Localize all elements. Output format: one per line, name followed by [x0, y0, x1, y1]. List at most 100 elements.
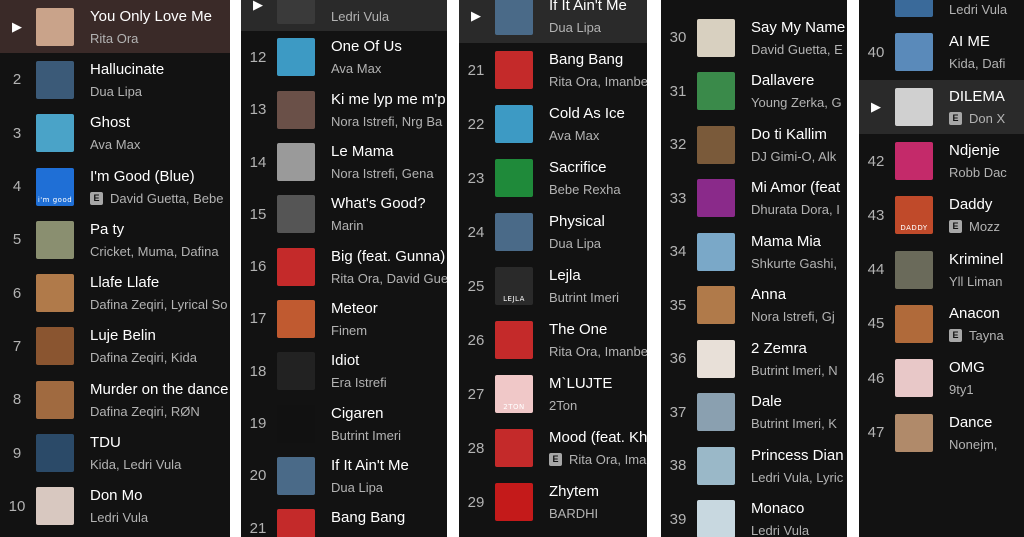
track-row[interactable]: 42 Ndjenje Robb Dac	[859, 134, 1024, 188]
artist-names[interactable]: Nonejm,	[949, 437, 997, 452]
track-title[interactable]: ROBOT	[331, 0, 447, 3]
track-artists[interactable]: Rita Ora, David Gue	[331, 271, 447, 286]
track-row[interactable]: 33 Mi Amor (feat Dhurata Dora, I	[661, 172, 847, 226]
artist-names[interactable]: Ava Max	[331, 61, 381, 76]
artist-names[interactable]: David Guetta, Bebe	[110, 191, 223, 206]
track-title[interactable]: DILEMA	[949, 88, 1024, 105]
track-artists[interactable]: Dafina Zeqiri, Lyrical So	[90, 297, 230, 312]
artist-names[interactable]: Ledri Vula	[751, 523, 809, 537]
artist-names[interactable]: Era Istrefi	[331, 375, 387, 390]
track-title[interactable]: Mama Mia	[751, 233, 847, 250]
artist-names[interactable]: Dafina Zeqiri, Lyrical So	[90, 297, 228, 312]
track-title[interactable]: Bang Bang	[549, 51, 647, 68]
track-title[interactable]: Le Mama	[331, 143, 447, 160]
track-row[interactable]: 3 Ghost Ava Max	[0, 107, 230, 160]
track-title[interactable]: If It Ain't Me	[549, 0, 647, 14]
track-row[interactable]: 18 Idiot Era Istrefi	[241, 345, 447, 397]
track-artists[interactable]: Dafina Zeqiri, Kida	[90, 350, 230, 365]
track-title[interactable]: OMG	[949, 359, 1024, 376]
artist-names[interactable]: Don X	[969, 111, 1005, 126]
track-row[interactable]: 26 The One Rita Ora, Imanbe	[459, 313, 647, 367]
artist-names[interactable]: Dafina Zeqiri, Kida	[90, 350, 197, 365]
artist-names[interactable]: Young Zerka, G	[751, 95, 842, 110]
track-artists[interactable]: Nonejm,	[949, 437, 1024, 452]
track-artists[interactable]: Nora Istrefi, Gj	[751, 309, 847, 324]
track-artists[interactable]: 2Ton	[549, 398, 647, 413]
artist-names[interactable]: Rita Ora, Ima	[569, 452, 646, 467]
play-icon[interactable]: ▶	[0, 0, 34, 53]
artist-names[interactable]: Butrint Imeri, K	[751, 416, 837, 431]
track-row[interactable]: 4 i'm good I'm Good (Blue) E David Guetta, B…	[0, 160, 230, 213]
track-artists[interactable]: Marin	[331, 218, 447, 233]
artist-names[interactable]: Rita Ora, David Gue	[331, 271, 447, 286]
artist-names[interactable]: Ledri Vula	[331, 9, 389, 24]
track-row[interactable]: Ledri Vula	[859, 0, 1024, 25]
track-row[interactable]: 29 Zhytem BARDHI	[459, 475, 647, 529]
track-title[interactable]: TDU	[90, 434, 230, 451]
track-row[interactable]: ▶ ROBOT Ledri Vula	[241, 0, 447, 32]
track-artists[interactable]: Butrint Imeri	[331, 428, 447, 443]
track-title[interactable]: Monaco	[751, 500, 847, 517]
track-row[interactable]: 19 Cigaren Butrint Imeri	[241, 397, 447, 449]
track-row[interactable]: 44 Kriminel Yll Liman	[859, 243, 1024, 297]
track-row[interactable]: 20 If It Ain't Me Dua Lipa	[241, 450, 447, 502]
track-artists[interactable]: David Guetta, E	[751, 42, 847, 57]
track-row[interactable]: 13 Ki me lyp me m'p Nora Istrefi, Nrg Ba	[241, 84, 447, 136]
track-row[interactable]: 9 TDU Kida, Ledri Vula	[0, 426, 230, 479]
track-artists[interactable]: Bebe Rexha	[549, 182, 647, 197]
track-artists[interactable]: Young Zerka, G	[751, 95, 847, 110]
artist-names[interactable]: Mozz	[969, 219, 1000, 234]
track-row[interactable]: 21 Bang Bang	[241, 502, 447, 537]
track-row[interactable]: 30 Say My Name David Guetta, E	[661, 11, 847, 65]
track-row[interactable]: 24 Physical Dua Lipa	[459, 205, 647, 259]
track-title[interactable]: The One	[549, 321, 647, 338]
track-title[interactable]: Daddy	[949, 196, 1024, 213]
track-artists[interactable]: E Don X	[949, 111, 1024, 126]
track-artists[interactable]: Robb Dac	[949, 165, 1024, 180]
track-row[interactable]: 22 Cold As Ice Ava Max	[459, 97, 647, 151]
track-title[interactable]: Kriminel	[949, 251, 1024, 268]
track-artists[interactable]: Ava Max	[331, 61, 447, 76]
play-icon[interactable]: ▶	[241, 0, 275, 31]
artist-names[interactable]: Kida, Ledri Vula	[90, 457, 181, 472]
track-title[interactable]: Say My Name	[751, 19, 847, 36]
track-title[interactable]: Idiot	[331, 352, 447, 369]
track-artists[interactable]: Ava Max	[90, 137, 230, 152]
track-title[interactable]: Dale	[751, 393, 847, 410]
track-artists[interactable]: 9ty1	[949, 382, 1024, 397]
track-title[interactable]: Bang Bang	[331, 509, 447, 526]
track-artists[interactable]: Ledri Vula	[949, 2, 1024, 17]
track-row[interactable]: 14 Le Mama Nora Istrefi, Gena	[241, 136, 447, 188]
track-title[interactable]: Murder on the dance	[90, 381, 230, 398]
track-row[interactable]: 10 Don Mo Ledri Vula	[0, 480, 230, 533]
track-title[interactable]: Mi Amor (feat	[751, 179, 847, 196]
artist-names[interactable]: Dua Lipa	[549, 20, 601, 35]
track-title[interactable]: Llafe Llafe	[90, 274, 230, 291]
artist-names[interactable]: BARDHI	[549, 506, 598, 521]
track-title[interactable]: Ndjenje	[949, 142, 1024, 159]
track-row[interactable]: 6 Llafe Llafe Dafina Zeqiri, Lyrical So	[0, 267, 230, 320]
track-artists[interactable]: Cricket, Muma, Dafina	[90, 244, 230, 259]
track-artists[interactable]: Dafina Zeqiri, RØN	[90, 404, 230, 419]
track-artists[interactable]: Dua Lipa	[90, 84, 230, 99]
track-row[interactable]: 32 Do ti Kallim DJ Gimi-O, Alk	[661, 118, 847, 172]
track-title[interactable]: Dance	[949, 414, 1024, 431]
artist-names[interactable]: DJ Gimi-O, Alk	[751, 149, 836, 164]
track-title[interactable]: M`LUJTE	[549, 375, 647, 392]
artist-names[interactable]: Dua Lipa	[331, 480, 383, 495]
artist-names[interactable]: Ava Max	[90, 137, 140, 152]
track-row[interactable]: ▶ You Only Love Me Rita Ora	[0, 0, 230, 54]
track-artists[interactable]: DJ Gimi-O, Alk	[751, 149, 847, 164]
track-row[interactable]: 17 Meteor Finem	[241, 293, 447, 345]
track-title[interactable]: Do ti Kallim	[751, 126, 847, 143]
track-title[interactable]: Meteor	[331, 300, 447, 317]
track-row[interactable]: 12 One Of Us Ava Max	[241, 31, 447, 83]
track-artists[interactable]: Nora Istrefi, Nrg Ba	[331, 114, 447, 129]
track-row[interactable]: 45 Anacon E Tayna	[859, 297, 1024, 351]
track-row[interactable]: 46 OMG 9ty1	[859, 351, 1024, 405]
artist-names[interactable]: Bebe Rexha	[549, 182, 621, 197]
track-row[interactable]: 35 Anna Nora Istrefi, Gj	[661, 279, 847, 333]
artist-names[interactable]: David Guetta, E	[751, 42, 843, 57]
track-row[interactable]: 21 Bang Bang Rita Ora, Imanbe	[459, 43, 647, 97]
track-artists[interactable]: E Mozz	[949, 219, 1024, 234]
